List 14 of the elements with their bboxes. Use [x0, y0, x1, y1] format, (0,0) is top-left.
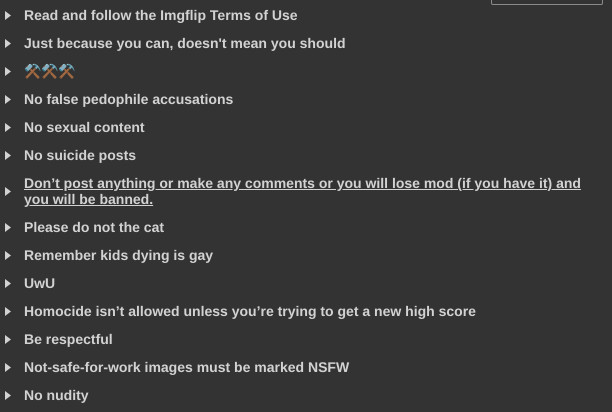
rule-text: No false pedophile accusations: [24, 91, 234, 107]
rule-text: Read and follow the Imgflip Terms of Use: [24, 7, 298, 23]
rule-text: UwU: [24, 275, 56, 291]
rule-text: Homocide isn’t allowed unless you’re trying to get a new high score: [24, 303, 476, 319]
rule-text: Don’t post anything or make any comments or you will lose mod (if you have it) and you will be banned.: [24, 175, 582, 207]
rule-text: Not-safe-for-work images must be marked NSFW: [24, 359, 350, 375]
rule-text: No sexual content: [24, 119, 145, 135]
rule-text: Remember kids dying is gay: [24, 247, 214, 263]
rule-text: No suicide posts: [24, 147, 136, 163]
rule-text: Just because you can, doesn't mean you should: [24, 35, 346, 51]
rule-text: Be respectful: [24, 331, 113, 347]
rule-text: ⚒⚒⚒: [24, 63, 75, 79]
rule-text: Please do not the cat: [24, 219, 164, 235]
rule-text: No nudity: [24, 387, 89, 403]
